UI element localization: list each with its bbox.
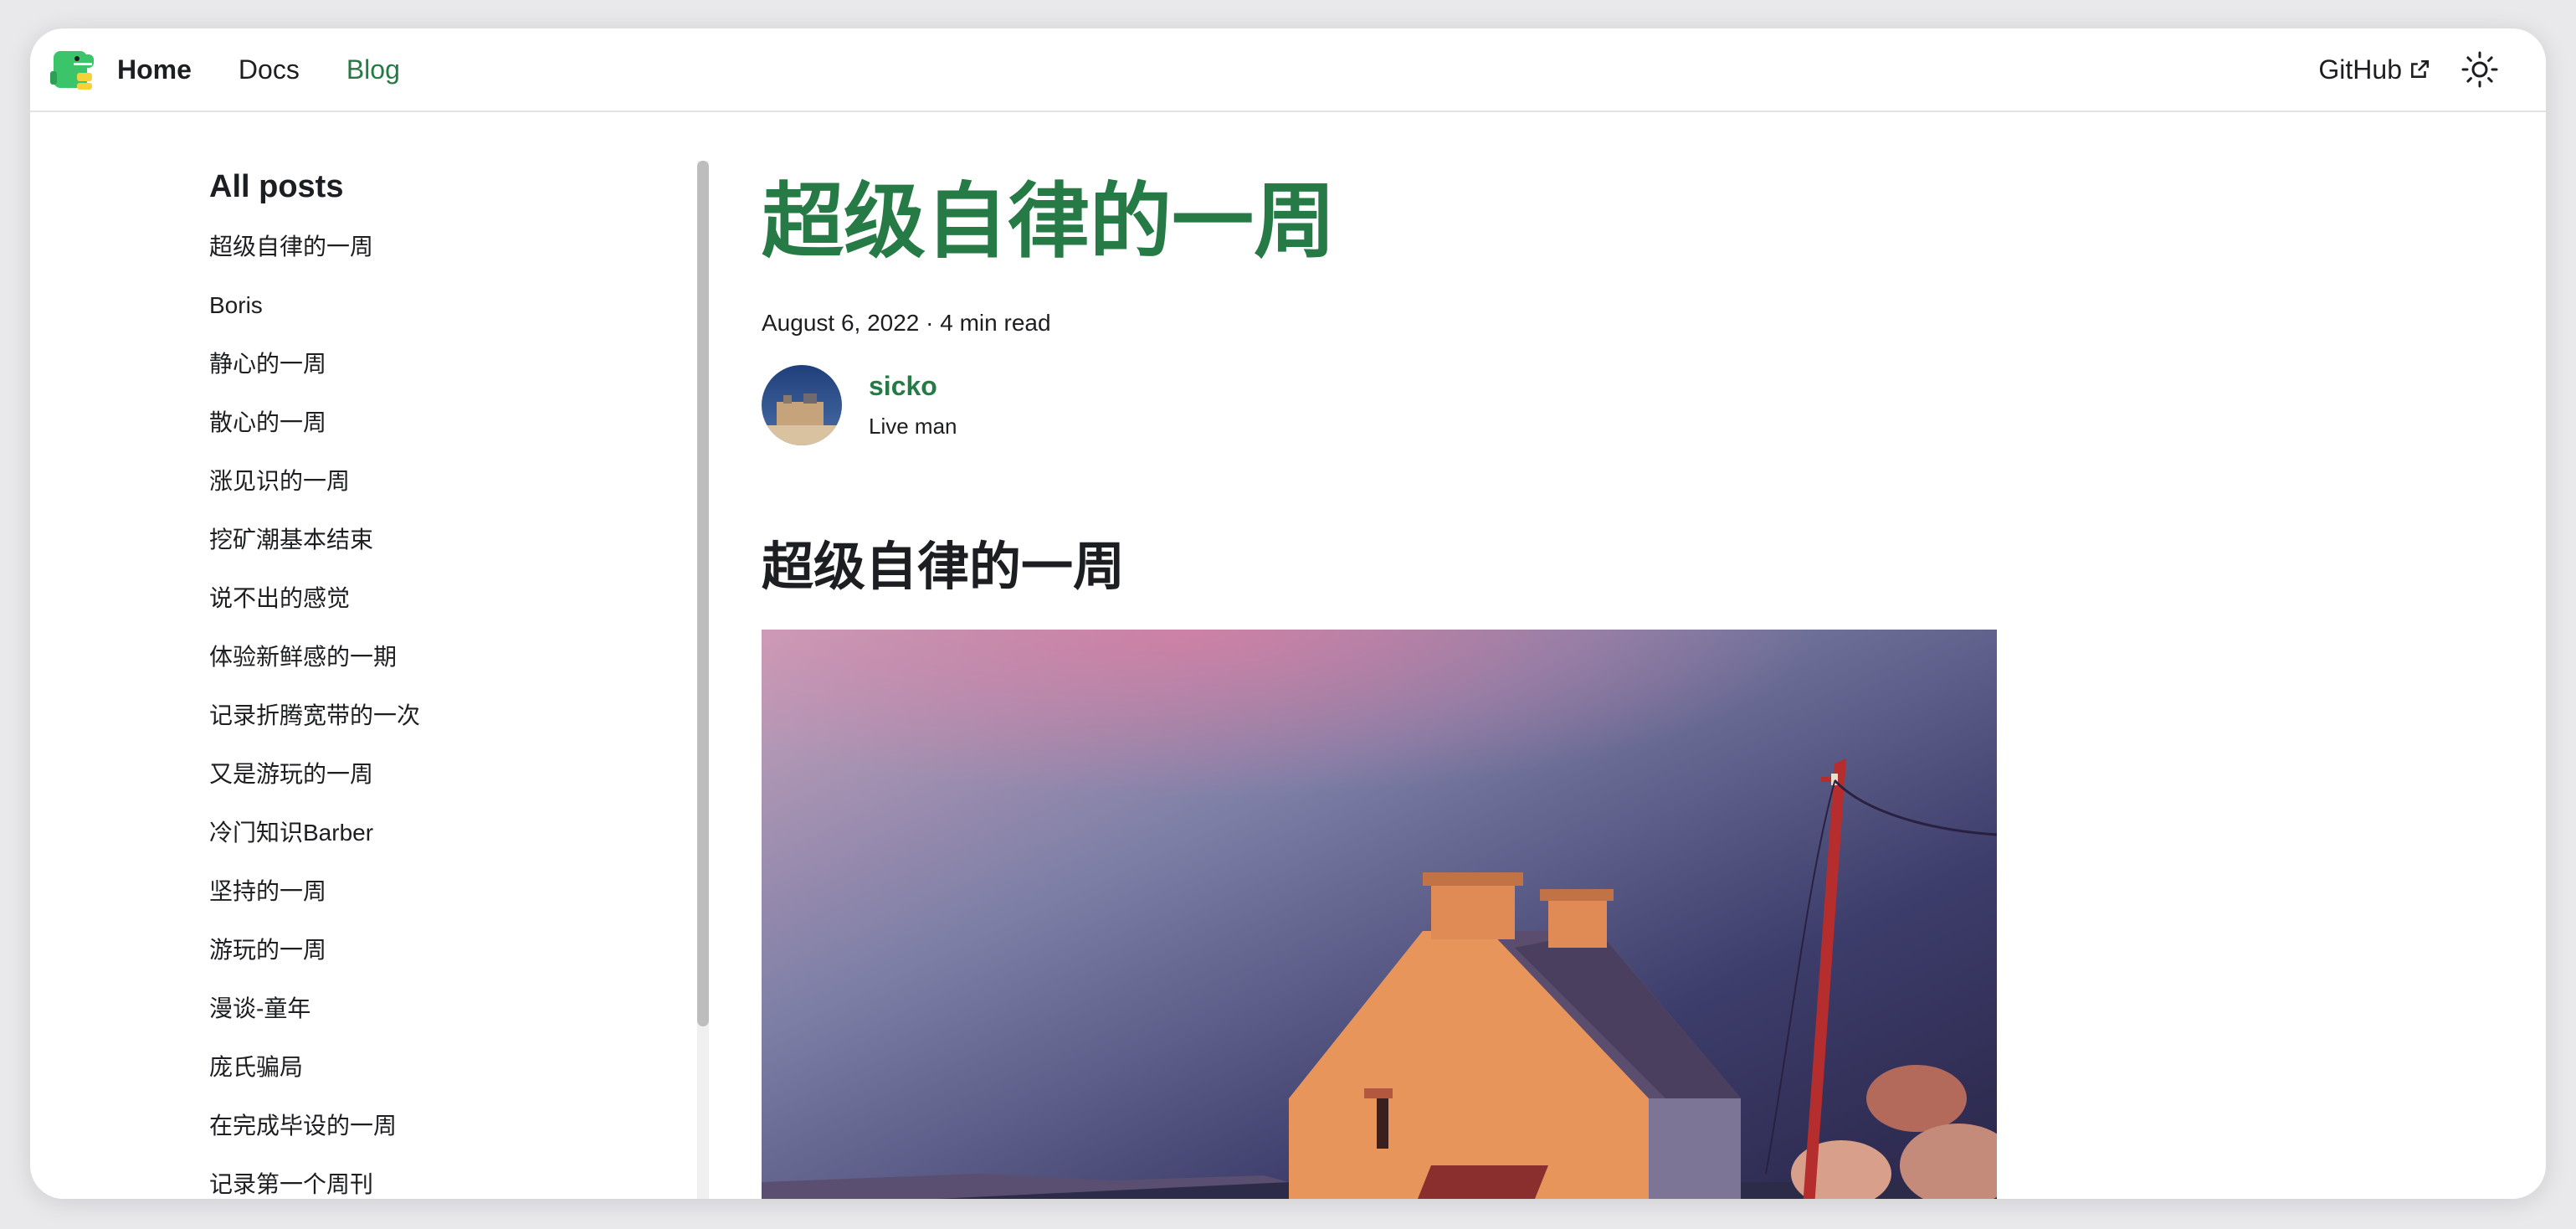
external-link-icon xyxy=(2411,59,2430,78)
sidebar-post-link[interactable]: 挖矿潮基本结束 xyxy=(209,522,678,580)
sidebar-post-link[interactable]: 散心的一周 xyxy=(209,404,678,463)
hero-image xyxy=(762,630,1997,1199)
post-list: 超级自律的一周 Boris 静心的一周 散心的一周 涨见识的一周 挖矿潮基本结束… xyxy=(209,229,678,1199)
sidebar-post-link[interactable]: 静心的一周 xyxy=(209,346,678,404)
author-title: Live man xyxy=(869,414,957,439)
sidebar-post-link[interactable]: 涨见识的一周 xyxy=(209,463,678,522)
sidebar-post-link[interactable]: 记录第一个周刊 xyxy=(209,1166,678,1199)
sidebar-post-link[interactable]: 漫谈-童年 xyxy=(209,990,678,1049)
navbar-right: GitHub xyxy=(2318,28,2499,111)
post-meta: August 6, 2022 · 4 min read xyxy=(762,310,1051,336)
author-info: sicko Live man xyxy=(869,371,957,440)
sidebar-post-link[interactable]: 体验新鲜感的一期 xyxy=(209,639,678,697)
dinosaur-logo-icon xyxy=(50,51,94,90)
sidebar-post-link[interactable]: 游玩的一周 xyxy=(209,932,678,990)
sidebar-post-link[interactable]: 冷门知识Barber xyxy=(209,815,678,873)
sidebar: All posts 超级自律的一周 Boris 静心的一周 散心的一周 涨见识的… xyxy=(209,169,678,1199)
sidebar-post-link[interactable]: 坚持的一周 xyxy=(209,873,678,932)
sidebar-post-link[interactable]: 超级自律的一周 xyxy=(209,229,678,287)
sidebar-post-link[interactable]: 庞氏骗局 xyxy=(209,1049,678,1108)
sidebar-post-link[interactable]: 说不出的感觉 xyxy=(209,580,678,639)
content-heading: 超级自律的一周 xyxy=(762,538,1126,596)
post-title[interactable]: 超级自律的一周 xyxy=(762,162,2017,280)
github-link[interactable]: GitHub xyxy=(2318,54,2430,85)
sidebar-title: All posts xyxy=(209,169,344,204)
sidebar-post-link[interactable]: 记录折腾宽带的一次 xyxy=(209,697,678,756)
sidebar-post-link[interactable]: Boris xyxy=(209,287,678,346)
sun-icon[interactable] xyxy=(2461,50,2499,89)
brand-title: Home xyxy=(117,54,192,85)
sidebar-scrollbar-thumb[interactable] xyxy=(697,161,709,1026)
sidebar-post-link[interactable]: 在完成毕设的一周 xyxy=(209,1108,678,1166)
navbar: Home Docs Blog GitHub xyxy=(30,28,2546,112)
sidebar-scrollbar[interactable] xyxy=(697,161,709,1199)
nav-link-blog[interactable]: Blog xyxy=(346,54,400,85)
nav-link-docs[interactable]: Docs xyxy=(239,54,300,85)
article: 超级自律的一周 August 6, 2022 · 4 min read sick… xyxy=(762,162,2017,1199)
github-label: GitHub xyxy=(2318,54,2402,85)
avatar[interactable] xyxy=(762,365,842,445)
brand-link[interactable]: Home xyxy=(49,46,192,93)
author-block: sicko Live man xyxy=(762,365,2017,445)
browser-window: Home Docs Blog GitHub All posts 超级自律的一周 … xyxy=(30,28,2546,1199)
sidebar-post-link[interactable]: 又是游玩的一周 xyxy=(209,756,678,815)
author-name[interactable]: sicko xyxy=(869,371,957,402)
